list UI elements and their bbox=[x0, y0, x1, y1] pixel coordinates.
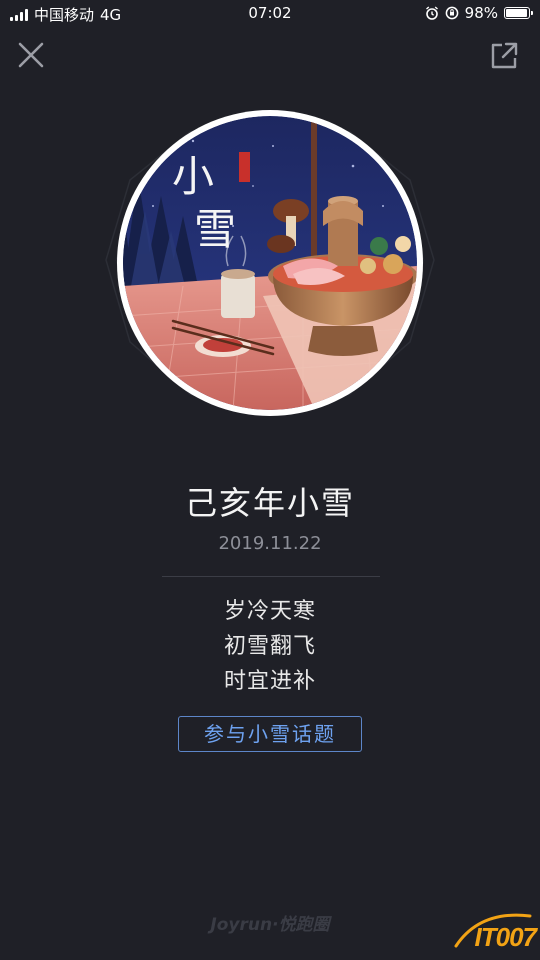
status-right: 98% bbox=[425, 4, 533, 22]
solar-term-badge: 小 雪 bbox=[100, 110, 440, 420]
poem-line: 岁冷天寒 bbox=[223, 599, 316, 624]
art-title-bottom: 雪 bbox=[194, 205, 236, 254]
battery-icon bbox=[504, 7, 533, 19]
art-title-top: 小 bbox=[172, 152, 214, 201]
poem: 岁冷天寒 初雪翻飞 时宜进补 bbox=[0, 594, 540, 699]
alarm-icon bbox=[425, 6, 438, 20]
battery-fill bbox=[506, 9, 527, 17]
share-icon bbox=[491, 42, 518, 69]
divider bbox=[162, 576, 380, 577]
it007-logo: IT007 bbox=[474, 922, 537, 952]
close-icon bbox=[18, 42, 44, 68]
badge-circle: 小 雪 bbox=[117, 110, 423, 416]
date-label: 2019.11.22 bbox=[218, 533, 322, 554]
poem-line: 时宜进补 bbox=[223, 669, 316, 694]
status-bar: 中国移动 4G 07:02 98% bbox=[0, 0, 540, 26]
poem-line: 初雪翻飞 bbox=[223, 634, 316, 659]
orientation-lock-icon bbox=[445, 6, 459, 20]
share-button[interactable] bbox=[488, 40, 520, 72]
screen: 中国移动 4G 07:02 98% 小 雪 己亥年小雪 2019.11.22 岁… bbox=[0, 0, 540, 960]
join-topic-button[interactable]: 参与小雪话题 bbox=[178, 716, 362, 752]
close-button[interactable] bbox=[16, 40, 46, 70]
page-title: 己亥年小雪 bbox=[184, 484, 355, 522]
hotpot-illustration: 小 雪 bbox=[123, 116, 417, 410]
battery-percent: 98% bbox=[464, 4, 498, 22]
